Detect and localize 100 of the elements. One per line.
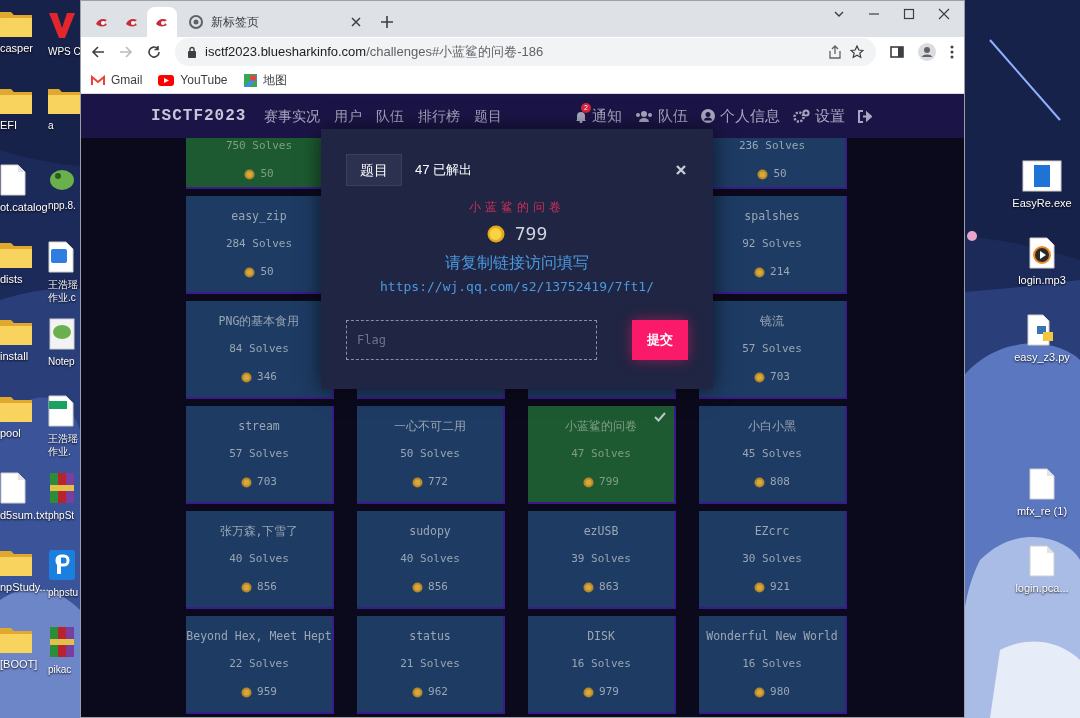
nav-link[interactable]: 队伍 — [376, 105, 405, 127]
flag-input[interactable]: Flag — [346, 319, 597, 360]
solve-count: 57 Solves — [229, 446, 289, 462]
folder-icon — [0, 87, 32, 114]
file-icon — [0, 472, 26, 504]
challenge-card[interactable]: EZcrc 30 Solves 921 — [699, 511, 847, 609]
folder-icon — [0, 318, 32, 345]
challenge-card[interactable]: Wonderful New World 16 Solves 980 — [699, 616, 847, 714]
archive-icon — [48, 626, 76, 658]
more-icon[interactable] — [950, 45, 954, 59]
check-icon — [654, 412, 666, 422]
submit-button[interactable]: 提交 — [632, 319, 688, 360]
challenge-name: 小蓝鲨的问卷 — [565, 418, 637, 434]
icon-label[interactable]: EFI — [0, 119, 18, 132]
icon-label[interactable]: 作业.c — [48, 291, 76, 304]
icon-label[interactable]: npp.8. — [48, 199, 76, 212]
challenge-points: 50 — [773, 166, 787, 182]
nav-link[interactable]: 设置 — [793, 104, 845, 128]
nav-link[interactable]: 用户 — [334, 105, 363, 127]
solve-count: 84 Solves — [229, 341, 289, 357]
icon-label[interactable]: mfx_re (1) — [1016, 505, 1068, 518]
nav-link[interactable]: 排行榜 — [418, 105, 461, 127]
icon-label[interactable]: dists — [0, 273, 23, 286]
nav-link[interactable]: 个人信息 — [701, 104, 780, 128]
coin-icon — [754, 266, 766, 278]
new-tab-icon[interactable] — [381, 16, 393, 28]
icon-label[interactable]: 作业. — [48, 445, 71, 458]
site-logo[interactable]: ISCTF2023 — [151, 104, 247, 128]
challenge-card[interactable]: DISK 16 Solves 979 — [528, 616, 676, 714]
browser-tab[interactable] — [147, 7, 177, 37]
challenge-points: 863 — [599, 579, 619, 595]
coin-icon — [583, 686, 595, 698]
challenge-card[interactable]: sudopy 40 Solves 856 — [357, 511, 505, 609]
nav-link[interactable]: 队伍 — [635, 104, 688, 128]
dialog-tab[interactable]: 题目 — [346, 154, 402, 186]
nav-link[interactable]: 通知 — [592, 104, 622, 128]
challenge-points: 214 — [770, 264, 790, 280]
challenge-card[interactable]: 张万森,下雪了 40 Solves 856 — [186, 511, 334, 609]
icon-label[interactable]: phpstu — [48, 586, 79, 599]
icon-label[interactable]: pool — [0, 427, 21, 440]
challenge-link[interactable]: https://wj.qq.com/s2/13752419/7ft1/ — [380, 277, 654, 297]
close-icon[interactable] — [938, 8, 950, 20]
challenge-card[interactable]: PNG的基本食用 84 Solves 346 — [186, 301, 334, 399]
icon-label[interactable]: npStudy... — [0, 581, 49, 594]
challenge-card[interactable]: 小白小黑 45 Solves 808 — [699, 406, 847, 504]
challenge-points: 799 — [599, 474, 619, 490]
close-icon[interactable] — [351, 17, 361, 27]
maximize-icon[interactable] — [903, 8, 915, 20]
icon-label[interactable]: [BOOT] — [0, 658, 38, 671]
icon-label[interactable]: casper — [0, 42, 34, 55]
challenge-card[interactable]: stream 57 Solves 703 — [186, 406, 334, 504]
challenge-card[interactable]: status 21 Solves 962 — [357, 616, 505, 714]
coin-icon — [754, 476, 766, 488]
icon-label[interactable]: a — [48, 119, 54, 132]
address-bar[interactable]: isctf2023.bluesharkinfo.com/challenges#小蓝鲨的问卷-186 — [175, 38, 876, 66]
icon-label[interactable]: ot.catalog — [0, 201, 48, 214]
bookmark[interactable]: YouTube — [158, 71, 228, 89]
browser-tab[interactable]: 新标签页 — [177, 7, 373, 37]
icon-label[interactable]: Notep — [48, 355, 75, 368]
icon-label[interactable]: pikac — [48, 663, 72, 676]
nav-link[interactable]: 赛事实况 — [264, 105, 321, 127]
document-icon — [48, 241, 74, 273]
icon-label[interactable]: d5sum.txt — [0, 509, 48, 522]
coin-icon — [583, 476, 595, 488]
bookmark[interactable]: 地图 — [243, 71, 287, 89]
coin-icon — [412, 581, 424, 593]
solve-count: 40 Solves — [400, 551, 460, 567]
icon-label[interactable]: login.mp3 — [1018, 274, 1066, 287]
challenge-card[interactable]: 一心不可二用 50 Solves 772 — [357, 406, 505, 504]
side-panel-icon[interactable] — [890, 45, 904, 59]
challenge-name: 镜流 — [760, 313, 784, 329]
document-icon — [48, 395, 74, 427]
share-icon[interactable] — [828, 45, 842, 59]
coin-icon — [241, 476, 253, 488]
icon-label[interactable]: install — [0, 350, 29, 363]
coin-icon — [754, 581, 766, 593]
reload-icon[interactable] — [147, 45, 161, 59]
challenge-card[interactable]: Beyond Hex, Meet Hept 22 Solves 959 — [186, 616, 334, 714]
challenge-card[interactable]: 镜流 57 Solves 703 — [699, 301, 847, 399]
icon-label[interactable]: phpSt — [48, 509, 75, 522]
lock-icon — [187, 46, 197, 58]
solve-count: 47 已解出 — [415, 161, 473, 180]
icon-label[interactable]: WPS C — [48, 45, 81, 58]
folder-icon — [0, 10, 32, 37]
nav-link[interactable]: 题目 — [474, 105, 503, 127]
challenge-points: 959 — [257, 684, 277, 700]
solve-count: 236 Solves — [738, 138, 806, 154]
folder-icon — [0, 241, 32, 268]
challenge-card[interactable]: ezUSB 39 Solves 863 — [528, 511, 676, 609]
icon-label[interactable]: easy_z3.py — [1014, 351, 1070, 364]
window-icon — [1022, 160, 1062, 192]
profile-icon[interactable] — [918, 43, 936, 61]
icon-label[interactable]: 王浩瑶 — [48, 432, 78, 445]
icon-label[interactable]: 王浩瑶 — [48, 278, 78, 291]
back-icon[interactable] — [91, 45, 105, 59]
challenge-points: 50 — [260, 264, 274, 280]
star-icon[interactable] — [850, 45, 864, 59]
icon-label[interactable]: EasyRe.exe — [1012, 197, 1072, 210]
solve-count: 22 Solves — [229, 656, 289, 672]
bookmark[interactable]: Gmail — [91, 71, 143, 89]
